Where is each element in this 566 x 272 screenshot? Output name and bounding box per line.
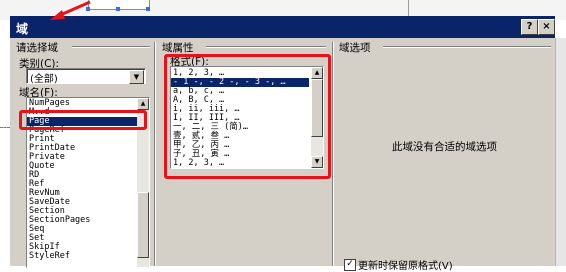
dialog-title: 域 [16, 22, 29, 36]
selection-handle[interactable] [146, 7, 150, 11]
list-item[interactable]: StyleRef [29, 252, 70, 261]
scroll-thumb[interactable] [137, 192, 149, 258]
dropdown-arrow-icon[interactable]: ▼ [129, 70, 144, 84]
dashed-guide [0, 127, 10, 128]
close-button[interactable]: × [538, 19, 555, 35]
scroll-up-icon[interactable]: ▲ [137, 98, 149, 110]
field-properties-heading: 域属性 [162, 42, 194, 54]
group-divider [72, 46, 150, 48]
selection-handle[interactable] [116, 7, 120, 11]
column-separator [154, 42, 156, 266]
annotation-arrow [50, 0, 91, 20]
category-select[interactable]: (全部) ▼ [26, 68, 146, 85]
document-scrollbar[interactable] [555, 38, 566, 266]
category-value: (全部) [30, 74, 58, 85]
no-options-message: 此域没有合适的域选项 [392, 141, 497, 153]
preserve-format-checkbox[interactable]: ✓ [344, 259, 356, 271]
field-dialog: 请选择域 类别(C): (全部) ▼ 域名(F): NumPages M..d … [10, 38, 555, 272]
preserve-format-label: 更新时保留原格式(V) [358, 261, 453, 272]
group-divider [206, 46, 326, 48]
group-divider [383, 46, 551, 48]
page-highlight-box [19, 110, 147, 130]
column-separator [332, 42, 334, 266]
field-options-heading: 域选项 [339, 42, 371, 54]
help-button[interactable]: ? [521, 19, 538, 35]
select-field-heading: 请选择域 [16, 42, 58, 54]
format-highlight-box [164, 54, 331, 179]
